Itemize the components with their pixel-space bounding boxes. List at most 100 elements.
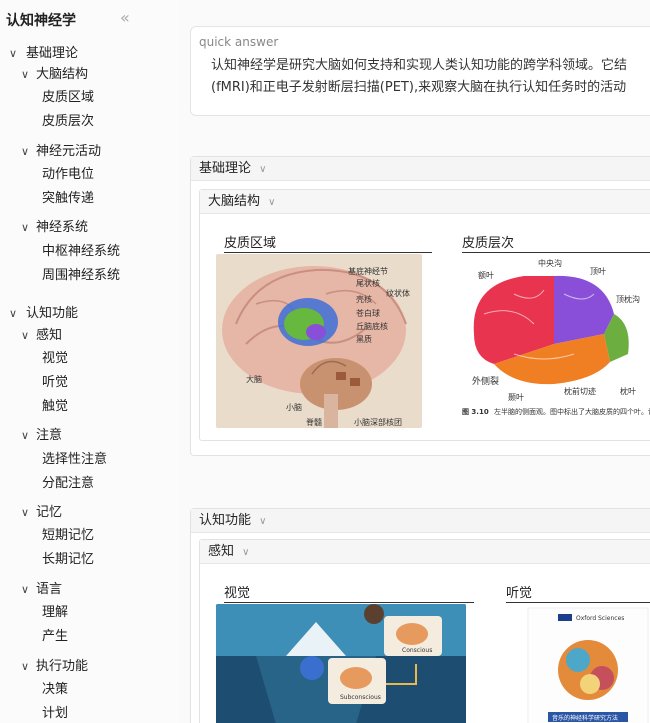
sidebar-item-label: 选择性注意 bbox=[42, 452, 108, 467]
sidebar-item-label: 中枢神经系统 bbox=[42, 244, 121, 259]
sidebar-item-memory[interactable]: ∨ 记忆 bbox=[18, 503, 62, 523]
sidebar-item-label: 周围神经系统 bbox=[42, 268, 121, 283]
quick-answer-panel: quick answer 认知神经学是研究大脑如何支持和实现人类认知功能的跨学科… bbox=[190, 26, 650, 116]
sidebar-item-label: 执行功能 bbox=[36, 659, 89, 674]
chevron-down-icon: ∨ bbox=[20, 68, 30, 81]
figure-caption: 左半脑的侧面观。图中标出了大脑皮质的四个叶。详细介绍见正文。 bbox=[494, 407, 650, 416]
sidebar-item-label: 认知功能 bbox=[26, 306, 79, 321]
label-deep-nuclei: 小脑深部核团 bbox=[354, 417, 402, 427]
vision-diagram-image[interactable]: Conscious Subconscious bbox=[216, 604, 466, 723]
brain-diagram-image[interactable]: 基底神经节 尾状核 纹状体 壳核 苍白球 丘脑底核 黑质 大脑 小脑 脊髓 小脑… bbox=[216, 254, 422, 428]
sidebar-item-label: 神经元活动 bbox=[36, 144, 102, 159]
card-title-vision: 视觉 bbox=[224, 586, 474, 603]
figure-number: 图 3.10 bbox=[462, 407, 489, 416]
card-title-cortical-layers: 皮质层次 bbox=[462, 236, 650, 253]
sidebar-item-attention[interactable]: ∨ 注意 bbox=[18, 426, 62, 446]
chevron-down-icon[interactable]: ∨ bbox=[259, 516, 266, 527]
section-title: 认知功能 bbox=[199, 513, 252, 528]
sidebar-item-label: 决策 bbox=[42, 682, 69, 697]
sidebar-item-nervous-system[interactable]: ∨ 神经系统 bbox=[18, 218, 88, 238]
sidebar-item-cortical-areas[interactable]: 皮质区域 bbox=[42, 88, 94, 108]
sidebar-item-planning[interactable]: 计划 bbox=[42, 704, 68, 723]
chevron-down-icon: ∨ bbox=[8, 47, 18, 60]
chevron-down-icon[interactable]: ∨ bbox=[259, 164, 266, 175]
section-header[interactable]: 认知功能 ∨ bbox=[191, 509, 650, 533]
sidebar-item-cognitive-functions[interactable]: ∨ 认知功能 bbox=[6, 304, 78, 324]
chevron-down-icon[interactable]: ∨ bbox=[242, 547, 249, 558]
sidebar-item-label: 理解 bbox=[42, 605, 69, 620]
sidebar-item-label: 听觉 bbox=[42, 375, 69, 390]
iceberg-illustration: Conscious Subconscious bbox=[216, 604, 466, 723]
sidebar-item-decision-making[interactable]: 决策 bbox=[42, 680, 68, 700]
sidebar-item-label: 触觉 bbox=[42, 399, 69, 414]
label-preoccipital-notch: 枕前切迹 bbox=[564, 386, 596, 396]
sidebar-item-long-term-memory[interactable]: 长期记忆 bbox=[42, 550, 94, 570]
chevron-down-icon: ∨ bbox=[20, 583, 30, 596]
book-title: 音乐的神经科学研究方法 bbox=[552, 714, 618, 722]
lobes-diagram-image[interactable]: 中央沟 额叶 顶叶 顶枕沟 颞叶 枕前切迹 枕叶 外侧裂 图 3.10 左半脑的… bbox=[454, 254, 650, 428]
label-lateral-fissure: 外侧裂 bbox=[472, 375, 499, 387]
label-basal-ganglia: 基底神经节 bbox=[348, 266, 388, 276]
sidebar-item-label: 动作电位 bbox=[42, 167, 95, 182]
section-title: 基础理论 bbox=[199, 161, 252, 176]
sidebar-item-label: 皮质层次 bbox=[42, 114, 95, 129]
label-subconscious: Subconscious bbox=[340, 694, 381, 701]
subsection-header[interactable]: 感知 ∨ bbox=[200, 540, 650, 564]
main-content: quick answer 认知神经学是研究大脑如何支持和实现人类认知功能的跨学科… bbox=[178, 0, 650, 723]
chevron-down-icon: ∨ bbox=[8, 307, 18, 320]
sidebar-item-language[interactable]: ∨ 语言 bbox=[18, 580, 62, 600]
section-cognitive-functions: 认知功能 ∨ 感知 ∨ 视觉 Conscious Subconscious 听觉… bbox=[190, 508, 650, 723]
label-occipital-lobe: 枕叶 bbox=[620, 386, 636, 396]
sidebar-item-action-potential[interactable]: 动作电位 bbox=[42, 165, 94, 185]
label-parietal-lobe: 顶叶 bbox=[590, 267, 606, 276]
brain-illustration: 基底神经节 尾状核 纹状体 壳核 苍白球 丘脑底核 黑质 大脑 小脑 脊髓 小脑… bbox=[222, 266, 410, 428]
sidebar-item-perception[interactable]: ∨ 感知 bbox=[18, 326, 62, 346]
label-central-sulcus: 中央沟 bbox=[538, 258, 562, 268]
sidebar-item-synaptic-transmission[interactable]: 突触传递 bbox=[42, 189, 94, 209]
subsection-header[interactable]: 大脑结构 ∨ bbox=[200, 190, 650, 214]
label-conscious: Conscious bbox=[402, 647, 432, 654]
chevron-down-icon: ∨ bbox=[20, 221, 30, 234]
subsection-perception: 感知 ∨ 视觉 Conscious Subconscious 听觉 Oxford… bbox=[199, 539, 650, 723]
label-parieto-occipital: 顶枕沟 bbox=[616, 294, 640, 304]
chevron-down-icon: ∨ bbox=[20, 145, 30, 158]
sidebar-item-comprehension[interactable]: 理解 bbox=[42, 603, 68, 623]
hearing-book-image[interactable]: Oxford Sciences 音乐的神经科学研究方法 bbox=[498, 604, 650, 723]
label-cerebellum: 小脑 bbox=[286, 402, 302, 412]
sidebar-item-cortical-layers[interactable]: 皮质层次 bbox=[42, 112, 94, 132]
label-globus-pallidus: 苍白球 bbox=[356, 308, 380, 318]
sidebar-item-pns[interactable]: 周围神经系统 bbox=[42, 266, 120, 286]
chevron-down-icon: ∨ bbox=[20, 429, 30, 442]
chevron-down-icon[interactable]: ∨ bbox=[268, 197, 275, 208]
sidebar-item-label: 产生 bbox=[42, 629, 69, 644]
sidebar-item-label: 计划 bbox=[42, 706, 69, 721]
subsection-title: 感知 bbox=[208, 544, 235, 559]
subsection-title: 大脑结构 bbox=[208, 194, 261, 209]
sidebar-item-short-term-memory[interactable]: 短期记忆 bbox=[42, 526, 94, 546]
sidebar-item-neuron-activity[interactable]: ∨ 神经元活动 bbox=[18, 142, 101, 162]
sidebar-item-divided-attention[interactable]: 分配注意 bbox=[42, 474, 94, 494]
chevron-down-icon: ∨ bbox=[20, 506, 30, 519]
chevron-down-icon: ∨ bbox=[20, 329, 30, 342]
sidebar-item-production[interactable]: 产生 bbox=[42, 627, 68, 647]
sidebar-item-touch[interactable]: 触觉 bbox=[42, 397, 68, 417]
section-header[interactable]: 基础理论 ∨ bbox=[191, 157, 650, 181]
sidebar-item-label: 注意 bbox=[36, 428, 63, 443]
card-title-hearing: 听觉 bbox=[506, 586, 650, 603]
sidebar-item-label: 感知 bbox=[36, 328, 63, 343]
double-chevron-left-icon[interactable]: « bbox=[120, 8, 130, 27]
sidebar-item-cns[interactable]: 中枢神经系统 bbox=[42, 242, 120, 262]
sidebar-item-label: 皮质区域 bbox=[42, 90, 95, 105]
label-caudate: 尾状核 bbox=[356, 278, 380, 288]
card-title-cortical-areas: 皮质区域 bbox=[224, 236, 432, 253]
sidebar-item-brain-structure[interactable]: ∨ 大脑结构 bbox=[18, 65, 88, 85]
label-substantia-nigra: 黑质 bbox=[356, 334, 372, 344]
sidebar-item-vision[interactable]: 视觉 bbox=[42, 349, 68, 369]
sidebar-item-selective-attention[interactable]: 选择性注意 bbox=[42, 450, 107, 470]
sidebar-item-executive-function[interactable]: ∨ 执行功能 bbox=[18, 657, 88, 677]
quick-answer-label: quick answer bbox=[199, 35, 279, 49]
sidebar-item-label: 大脑结构 bbox=[36, 67, 89, 82]
sidebar-item-hearing[interactable]: 听觉 bbox=[42, 373, 68, 393]
sidebar-item-basic-theory[interactable]: ∨ 基础理论 bbox=[6, 44, 78, 64]
sidebar-item-label: 短期记忆 bbox=[42, 528, 95, 543]
